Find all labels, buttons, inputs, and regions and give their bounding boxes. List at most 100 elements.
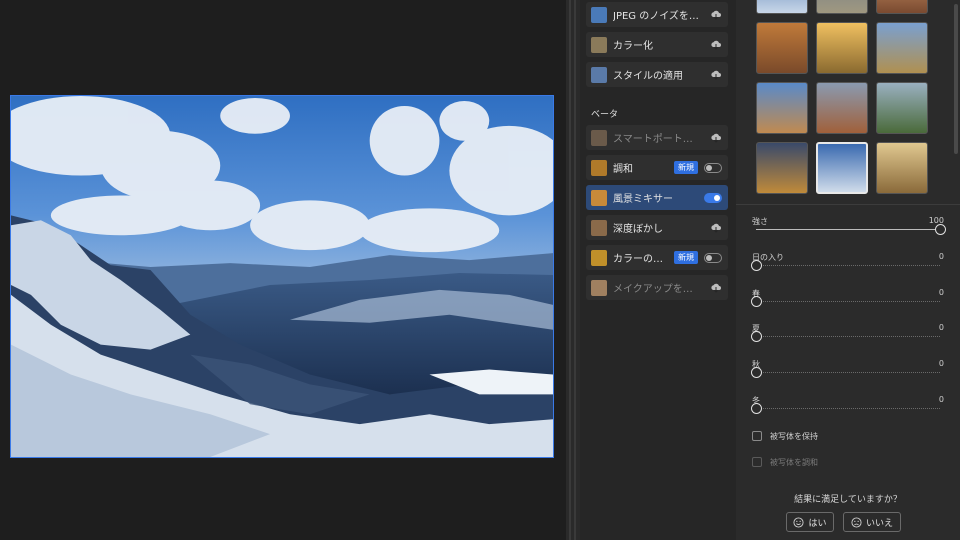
new-badge: 新規 [674, 161, 698, 174]
slider-strength[interactable]: 強さ 100 [752, 216, 946, 238]
panel-divider [736, 204, 960, 205]
checkbox-box[interactable] [752, 457, 762, 467]
filter-label: 深度ぼかし [613, 224, 663, 235]
cloud-download-icon[interactable] [710, 283, 722, 293]
filter-item-harmonization[interactable]: 調和 新規 [586, 155, 728, 180]
filter-thumbnail [591, 189, 607, 206]
filter-thumbnail [591, 129, 607, 146]
slider-track [756, 301, 940, 302]
slider-knob[interactable] [750, 296, 762, 307]
filter-item-jpeg-noise[interactable]: JPEG のノイズを… [586, 2, 728, 27]
filter-toggle[interactable] [704, 192, 722, 203]
checkbox-box[interactable] [752, 431, 762, 441]
slider-knob[interactable] [750, 367, 762, 378]
filter-label: カラー化 [613, 41, 653, 52]
filter-thumbnail [591, 66, 607, 83]
filter-item-style-transfer[interactable]: スタイルの適用 [586, 62, 728, 87]
filter-item-landscape-mixer[interactable]: 風景ミキサー [586, 185, 728, 210]
slider-knob[interactable] [934, 224, 946, 235]
filter-thumbnail [591, 249, 607, 266]
landscape-photo [11, 96, 553, 457]
reference-thumbnail[interactable] [816, 0, 868, 14]
slider-knob[interactable] [750, 331, 762, 342]
slider-value: 0 [938, 323, 944, 332]
slider-summer[interactable]: 夏 0 [750, 323, 944, 345]
filter-thumbnail [591, 219, 607, 236]
slider-fill [756, 229, 940, 230]
filter-label: スタイルの適用 [613, 71, 683, 82]
cloud-download-icon[interactable] [710, 10, 722, 20]
reference-thumbnail[interactable] [816, 22, 868, 74]
filter-label: スマートポート… [613, 134, 693, 145]
filter-list: JPEG のノイズを… カラー化 スタイルの適用 ベータ スマートポート… 調和… [580, 0, 736, 540]
new-badge: 新規 [674, 251, 698, 264]
slider-track [756, 265, 940, 266]
reference-thumbnail[interactable] [756, 22, 808, 74]
splitter-grip [574, 0, 576, 540]
filter-toggle[interactable] [704, 252, 722, 263]
filter-thumbnail [591, 279, 607, 296]
slider-track [756, 336, 940, 337]
filter-label: メイクアップを… [613, 284, 693, 295]
slider-winter[interactable]: 冬 0 [750, 395, 944, 417]
filter-item-smart-portrait[interactable]: スマートポート… [586, 125, 728, 150]
slider-value: 0 [938, 288, 944, 297]
filter-thumbnail [591, 159, 607, 176]
filter-item-depth-blur[interactable]: 深度ぼかし [586, 215, 728, 240]
filter-item-colorize[interactable]: カラー化 [586, 32, 728, 57]
filter-toggle[interactable] [704, 162, 722, 173]
reference-thumbnail[interactable] [876, 82, 928, 134]
filter-item-color-transfer[interactable]: カラーの… 新規 [586, 245, 728, 270]
slider-autumn[interactable]: 秋 0 [750, 359, 944, 381]
filter-label: 調和 [613, 164, 633, 175]
filter-label: JPEG のノイズを… [613, 11, 699, 22]
slider-knob[interactable] [750, 260, 762, 271]
feedback-no-button[interactable]: いいえ [843, 512, 901, 532]
checkbox-harmonize-subject[interactable]: 被写体を調和 [752, 455, 818, 469]
filter-item-makeup-transfer[interactable]: メイクアップを… [586, 275, 728, 300]
filter-settings-panel: 強さ 100 日の入り 0 春 0 夏 0 秋 0 冬 0 被写体を保持 被写体… [736, 0, 960, 540]
image-preview[interactable] [10, 95, 554, 458]
slider-spring[interactable]: 春 0 [750, 288, 944, 310]
feedback-no-label: いいえ [865, 518, 893, 529]
reference-thumbnail[interactable] [816, 82, 868, 134]
feedback-section: 結果に満足していますか？ はい いいえ [736, 482, 960, 540]
slider-value: 0 [938, 252, 944, 261]
slider-label: 強さ [752, 217, 768, 226]
beta-section-heading: ベータ [591, 110, 619, 120]
reference-thumbnail[interactable] [876, 22, 928, 74]
reference-image-grid [736, 0, 960, 202]
checkbox-label: 被写体を調和 [770, 457, 818, 467]
reference-thumbnail-selected[interactable] [816, 142, 868, 194]
splitter-grip [569, 0, 571, 540]
filter-thumbnail [591, 36, 607, 53]
slider-knob[interactable] [750, 403, 762, 414]
cloud-download-icon[interactable] [710, 133, 722, 143]
feedback-yes-label: はい [808, 518, 827, 529]
panel-splitter[interactable] [566, 0, 580, 540]
feedback-yes-button[interactable]: はい [786, 512, 834, 532]
checkbox-preserve-subject[interactable]: 被写体を保持 [752, 429, 818, 443]
slider-sunset[interactable]: 日の入り 0 [750, 252, 944, 274]
checkbox-label: 被写体を保持 [770, 431, 818, 441]
smile-icon [793, 516, 805, 528]
frown-icon [851, 516, 862, 528]
reference-thumbnail[interactable] [756, 142, 808, 194]
reference-thumbnail[interactable] [876, 142, 928, 194]
reference-thumbnail[interactable] [756, 82, 808, 134]
cloud-download-icon[interactable] [710, 70, 722, 80]
cloud-download-icon[interactable] [710, 40, 722, 50]
reference-thumbnail[interactable] [756, 0, 808, 14]
cloud-download-icon[interactable] [710, 223, 722, 233]
filter-thumbnail [591, 6, 607, 23]
grid-scrollbar[interactable] [954, 4, 958, 154]
slider-value: 0 [938, 359, 944, 368]
reference-thumbnail[interactable] [876, 0, 928, 14]
feedback-question: 結果に満足していますか？ [794, 495, 902, 505]
filter-label: カラーの… [613, 254, 663, 265]
canvas-area [0, 0, 566, 540]
slider-value: 0 [938, 395, 944, 404]
slider-track [756, 408, 940, 409]
slider-track [756, 372, 940, 373]
filter-label: 風景ミキサー [613, 194, 673, 205]
